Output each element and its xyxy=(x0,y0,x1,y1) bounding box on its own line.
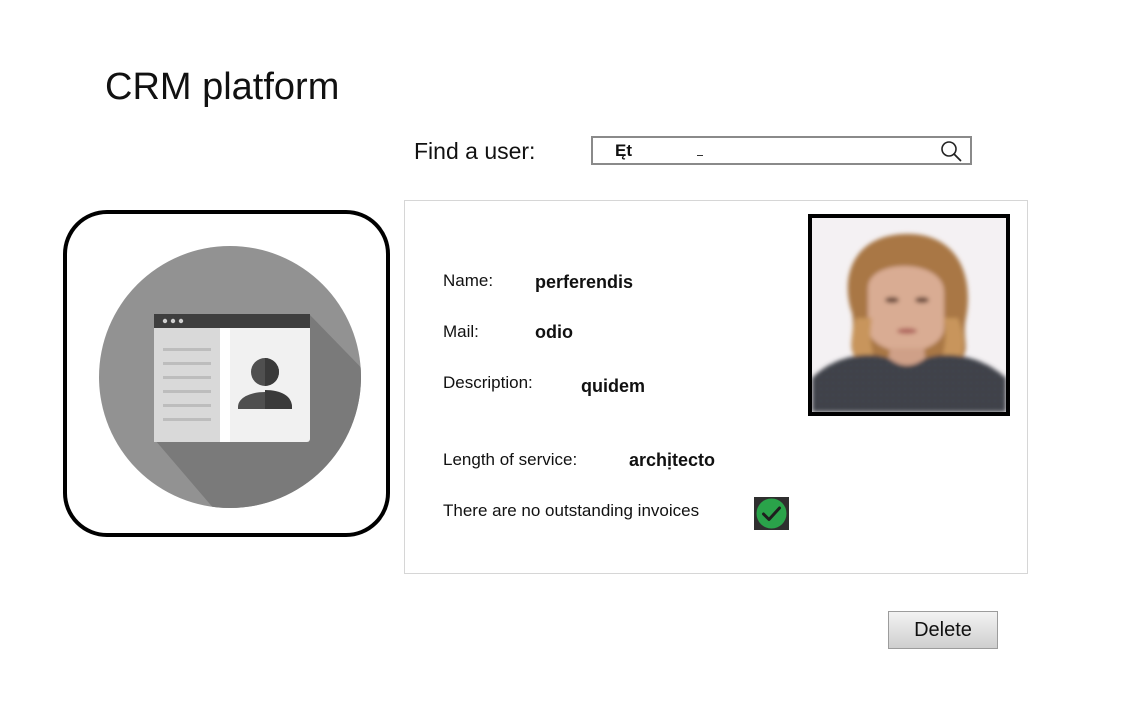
page-title: CRM platform xyxy=(105,66,340,108)
text-caret xyxy=(697,155,703,156)
profile-photo xyxy=(808,214,1010,416)
find-user-label: Find a user: xyxy=(414,138,536,164)
invoices-status-text: There are no outstanding invoices xyxy=(443,501,700,520)
mail-value: odio xyxy=(535,322,573,342)
search-icon[interactable] xyxy=(940,140,962,162)
description-value: quidem xyxy=(581,376,646,396)
delete-button[interactable]: Delete xyxy=(888,611,998,649)
description-label: Description: xyxy=(443,373,533,392)
check-circle-icon xyxy=(754,497,789,530)
search-input[interactable]: Ęt xyxy=(591,136,972,165)
length-of-service-label: Length of service: xyxy=(443,450,578,469)
mail-label: Mail: xyxy=(443,322,479,341)
profile-photo-image xyxy=(812,218,1006,412)
length-of-service-value: archịtecto xyxy=(629,450,716,470)
app-logo xyxy=(63,210,390,537)
name-label: Name: xyxy=(443,271,494,290)
contact-card-icon xyxy=(99,246,361,508)
search-input-value: Ęt xyxy=(615,141,632,160)
name-value: perferendis xyxy=(535,272,634,292)
